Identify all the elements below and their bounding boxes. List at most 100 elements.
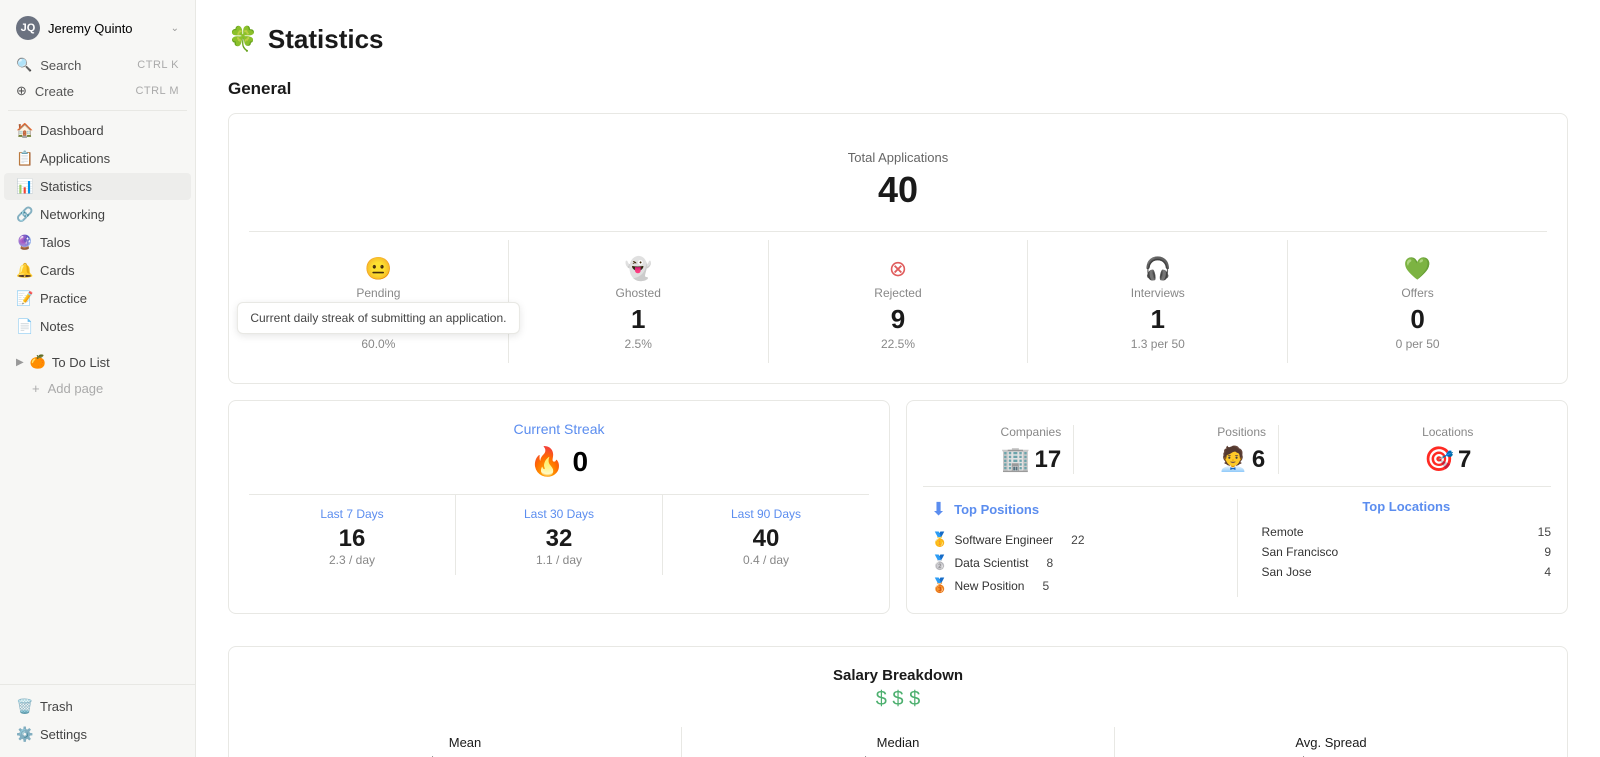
locations-label: Locations [1422,425,1473,439]
practice-label: Practice [40,291,87,306]
nav-items: 🏠 Dashboard 📋 Applications 📊 Statistics … [0,117,195,341]
top-locations-title: Top Locations [1262,499,1552,514]
metric-locations: Locations 🎯 7 [1410,425,1485,474]
period-90days-value: 40 [671,525,861,553]
total-applications-label: Total Applications [269,150,1527,165]
metric-positions: Positions 🧑‍💼 6 [1205,425,1279,474]
networking-label: Networking [40,207,105,222]
salary-dollar-icons: $ $ $ [249,688,1547,711]
companies-icon: 🏢 [1001,445,1031,474]
salary-title: Salary Breakdown [249,667,1547,684]
stat-rejected: ⊗ Rejected 9 22.5% [769,240,1029,363]
locations-value: 🎯 7 [1422,445,1473,474]
total-applications-value: 40 [269,169,1527,211]
offers-sub: 0 per 50 [1296,337,1539,351]
sidebar-divider-1 [8,110,187,111]
salary-spread: Avg. Spread $56,000 [1115,727,1547,757]
sidebar-section-extra: ▶ 🍊 To Do List + Add page [0,349,195,402]
period-7days-value: 16 [257,525,447,553]
pending-label: Pending [257,286,500,300]
sidebar-item-settings[interactable]: ⚙️ Settings [4,721,191,748]
salary-card: Salary Breakdown $ $ $ Mean $145,600 Med… [228,646,1568,757]
total-applications-card: Total Applications 40 😐 Current daily st… [228,113,1568,384]
top-position-3: 🥉 New Position 5 [931,574,1049,597]
statistics-icon: 📊 [16,178,32,195]
create-action[interactable]: ⊕ Create CTRL M [4,78,191,104]
trash-icon: 🗑️ [16,698,32,715]
sidebar-item-notes[interactable]: 📄 Notes [4,313,191,340]
ghosted-icon: 👻 [517,256,760,282]
period-90days-label: Last 90 Days [671,507,861,521]
sidebar: JQ Jeremy Quinto ⌄ 🔍 Search CTRL K ⊕ Cre… [0,0,196,757]
pending-sub: 60.0% [257,337,500,351]
pending-tooltip: Current daily streak of submitting an ap… [237,302,519,334]
streak-title: Current Streak [249,421,869,437]
sidebar-item-cards[interactable]: 🔔 Cards [4,257,191,284]
search-action[interactable]: 🔍 Search CTRL K [4,52,191,78]
settings-label: Settings [40,727,87,742]
rejected-label: Rejected [777,286,1020,300]
top-locations-list: Top Locations Remote 15 San Francisco 9 … [1237,499,1552,597]
section-general-title: General [228,79,1568,99]
download-icon: ⬇ [931,499,946,520]
main-content: 🍀 Statistics General Total Applications … [196,0,1600,757]
locations-icon: 🎯 [1424,445,1454,474]
period-30days-label: Last 30 Days [464,507,654,521]
stat-offers: 💚 Offers 0 0 per 50 [1288,240,1547,363]
user-name: Jeremy Quinto [48,21,163,36]
gold-medal-icon: 🥇 [931,531,948,548]
top-position-2: 🥈 Data Scientist 8 [931,551,1053,574]
user-menu[interactable]: JQ Jeremy Quinto ⌄ [4,8,191,48]
salary-mean: Mean $145,600 [249,727,682,757]
page-header: 🍀 Statistics [228,24,1568,55]
rejected-value: 9 [777,304,1020,335]
stat-pending: 😐 Current daily streak of submitting an … [249,240,509,363]
period-30days-value: 32 [464,525,654,553]
mean-label: Mean [257,735,673,750]
sidebar-bottom: 🗑️ Trash ⚙️ Settings [0,684,195,749]
applications-icon: 📋 [16,150,32,167]
offers-value: 0 [1296,304,1539,335]
dashboard-icon: 🏠 [16,122,32,139]
trash-label: Trash [40,699,73,714]
bronze-medal-icon: 🥉 [931,577,948,594]
ghosted-value: 1 [517,304,760,335]
sidebar-item-practice[interactable]: 📝 Practice [4,285,191,312]
todo-icon: 🍊 [30,354,46,370]
period-90days-sub: 0.4 / day [671,553,861,567]
period-30days: Last 30 Days 32 1.1 / day [456,495,663,575]
add-page-label: Add page [48,381,104,396]
statistics-label: Statistics [40,179,92,194]
sidebar-item-networking[interactable]: 🔗 Networking [4,201,191,228]
metrics-card: Companies 🏢 17 Positions 🧑‍💼 6 Locations [906,400,1568,614]
sidebar-item-dashboard[interactable]: 🏠 Dashboard [4,117,191,144]
rejected-icon: ⊗ [777,256,1020,282]
cards-label: Cards [40,263,75,278]
interviews-sub: 1.3 per 50 [1036,337,1279,351]
top-location-1: Remote 15 [1262,522,1552,542]
pending-tooltip-container: 😐 Current daily streak of submitting an … [365,256,392,286]
ghosted-label: Ghosted [517,286,760,300]
sidebar-item-statistics[interactable]: 📊 Statistics [4,173,191,200]
plus-icon: + [32,381,40,396]
sidebar-item-todo[interactable]: ▶ 🍊 To Do List [4,349,191,375]
sidebar-item-talos[interactable]: 🔮 Talos [4,229,191,256]
cards-icon: 🔔 [16,262,32,279]
stat-interviews: 🎧 Interviews 1 1.3 per 50 [1028,240,1288,363]
metrics-row: Companies 🏢 17 Positions 🧑‍💼 6 Locations [923,417,1551,487]
top-positions-list: ⬇ Top Positions 🥇 Software Engineer 22 🥈 [923,499,1221,597]
notes-label: Notes [40,319,74,334]
lower-grid: Current Streak 🔥 0 Last 7 Days 16 2.3 / … [228,400,1568,630]
companies-label: Companies [1001,425,1062,439]
positions-label: Positions [1217,425,1266,439]
positions-icon: 🧑‍💼 [1218,445,1248,474]
sidebar-item-applications[interactable]: 📋 Applications [4,145,191,172]
sidebar-item-trash[interactable]: 🗑️ Trash [4,693,191,720]
sidebar-item-add-page[interactable]: + Add page [4,376,191,401]
silver-medal-icon: 🥈 [931,554,948,571]
top-positions-title: Top Positions [954,502,1039,517]
streak-value: 🔥 0 [249,445,869,478]
talos-label: Talos [40,235,70,250]
stats-row: 😐 Current daily streak of submitting an … [249,240,1547,363]
settings-icon: ⚙️ [16,726,32,743]
